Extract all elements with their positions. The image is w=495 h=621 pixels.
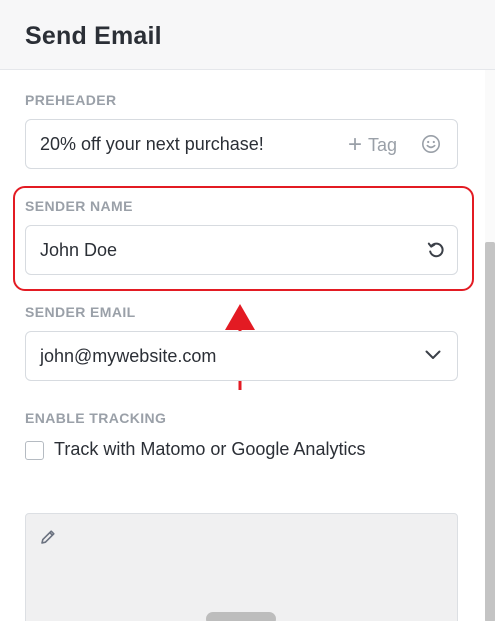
tracking-label: ENABLE TRACKING (25, 410, 167, 426)
tracking-checkbox-label[interactable]: Track with Matomo or Google Analytics (54, 439, 365, 460)
add-tag-label: Tag (367, 134, 397, 155)
preheader-value[interactable]: 20% off your next purchase! (40, 134, 264, 155)
panel-title: Send Email (25, 22, 162, 50)
resize-handle[interactable] (206, 612, 276, 621)
scrollbar-thumb[interactable] (485, 242, 495, 621)
sender-email-select[interactable]: john@mywebsite.com (25, 331, 458, 381)
smiley-icon[interactable] (421, 134, 441, 154)
plus-icon: + (347, 131, 362, 158)
add-tag-button[interactable]: + Tag (348, 133, 397, 157)
preheader-label: PREHEADER (25, 92, 117, 108)
preheader-input[interactable]: 20% off your next purchase! + Tag (25, 119, 458, 169)
reset-icon[interactable] (427, 241, 445, 259)
panel-header: Send Email (0, 0, 495, 70)
email-editor-preview[interactable] (25, 513, 458, 621)
sender-email-label: SENDER EMAIL (25, 304, 136, 320)
pencil-icon[interactable] (39, 528, 57, 546)
sender-name-input[interactable]: John Doe (25, 225, 458, 275)
chevron-down-icon[interactable] (425, 350, 441, 360)
scrollbar[interactable] (485, 70, 495, 621)
sender-name-value[interactable]: John Doe (40, 240, 117, 261)
sender-email-value[interactable]: john@mywebsite.com (40, 346, 216, 367)
sender-name-label: SENDER NAME (25, 198, 133, 214)
tracking-checkbox[interactable] (25, 441, 44, 460)
